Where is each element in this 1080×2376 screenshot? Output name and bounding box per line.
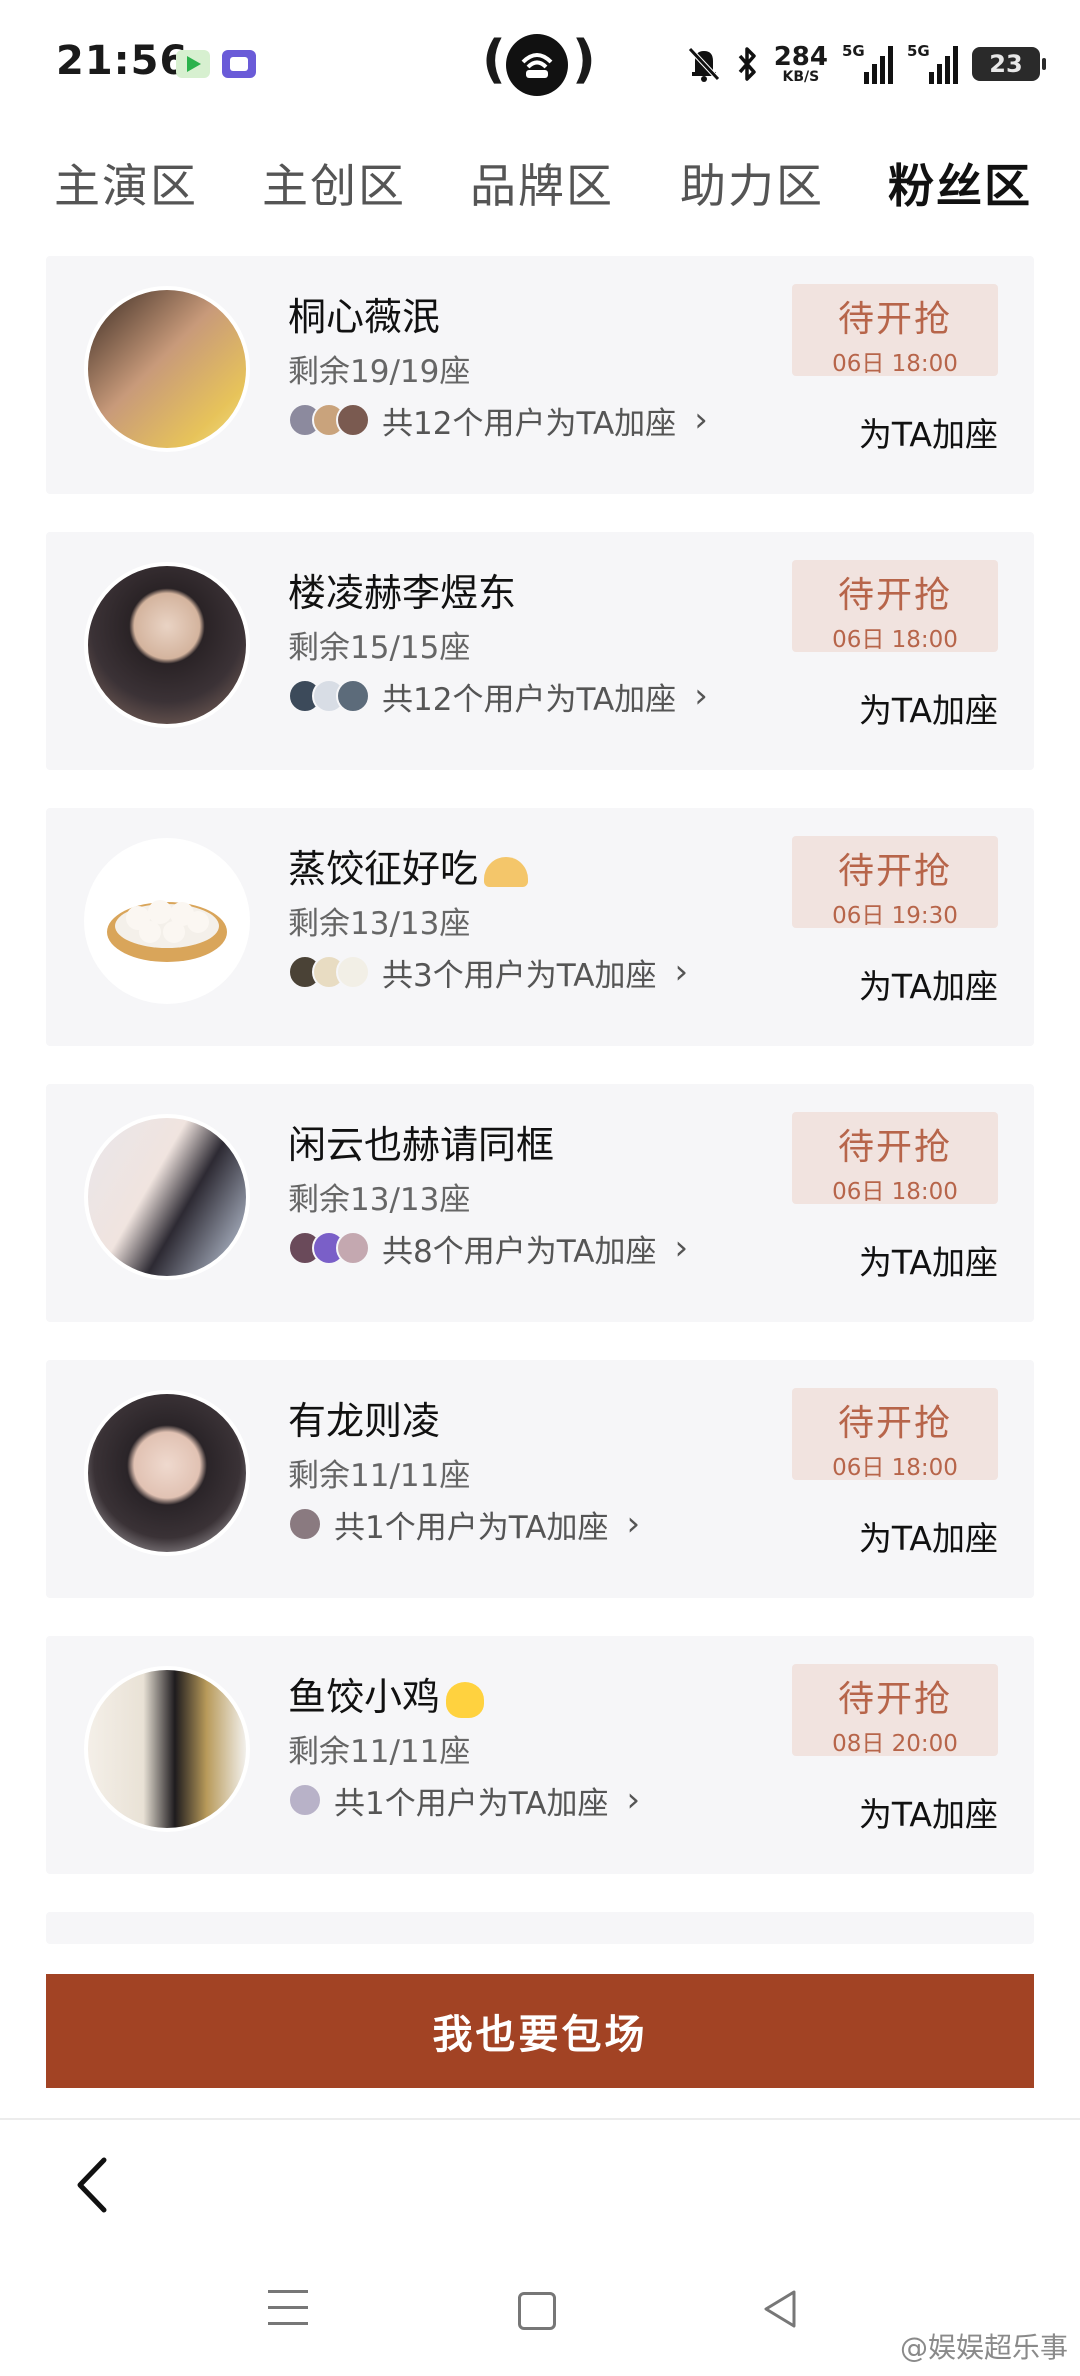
session-name: 鱼饺小鸡: [288, 1666, 485, 1721]
mute-icon: [687, 47, 720, 82]
signal-icon: 5G: [842, 42, 893, 84]
chevron-right-icon: ›: [674, 952, 689, 992]
tab-lead-actors[interactable]: 主演区: [54, 150, 198, 216]
avatar: [84, 1666, 250, 1832]
avatar: [84, 1390, 250, 1556]
list-item[interactable]: 桐心薇泯 剩余19/19座 共12个用户为TA加座 › 待开抢 06日 18:0…: [46, 256, 1034, 494]
status-badge: 待开抢 06日 18:00: [792, 1112, 998, 1205]
chick-emoji-icon: [446, 1681, 485, 1718]
list-item[interactable]: 鱼饺小鸡 剩余11/11座 共1个用户为TA加座 › 待开抢 08日 20:00…: [46, 1636, 1034, 1874]
supporters-link[interactable]: 共1个用户为TA加座 ›: [288, 1504, 641, 1546]
supporters-link[interactable]: 共8个用户为TA加座 ›: [288, 1228, 689, 1270]
tab-fans[interactable]: 粉丝区: [888, 150, 1032, 216]
seats-remaining: 剩余15/15座: [288, 630, 471, 666]
tab-brands[interactable]: 品牌区: [470, 150, 614, 216]
supporters-count: 共1个用户为TA加座: [334, 1785, 609, 1822]
zone-tabs: 主演区 主创区 品牌区 助力区 粉丝区: [0, 150, 1080, 230]
watermark: @娱娱超乐事: [899, 2331, 1068, 2364]
bluetooth-icon: [738, 47, 756, 81]
signal-icon-2: 5G: [907, 42, 958, 84]
session-name: 蒸饺征好吃: [288, 838, 529, 893]
add-seat-button[interactable]: 为TA加座: [859, 1788, 998, 1836]
chevron-right-icon: ›: [674, 1228, 689, 1268]
add-seat-button[interactable]: 为TA加座: [859, 1236, 998, 1284]
status-badge: 待开抢 06日 18:00: [792, 560, 998, 653]
tab-creators[interactable]: 主创区: [262, 150, 406, 216]
back-arrow-icon[interactable]: [60, 2150, 130, 2220]
chevron-right-icon: ›: [626, 1780, 641, 1820]
chevron-right-icon: ›: [694, 676, 708, 716]
book-session-button[interactable]: 我也要包场: [46, 1974, 1034, 2088]
avatar: [84, 562, 250, 728]
status-badge: 待开抢 06日 18:00: [792, 1388, 998, 1481]
add-seat-button[interactable]: 为TA加座: [859, 684, 998, 732]
hotspot-indicator: ( ): [482, 28, 596, 100]
session-name: 桐心薇泯: [288, 295, 441, 339]
seats-remaining: 剩余13/13座: [288, 906, 471, 942]
nav-back-icon[interactable]: [760, 2288, 800, 2330]
supporter-avatars: [288, 955, 370, 989]
supporters-count: 共12个用户为TA加座: [382, 405, 677, 442]
list-item[interactable]: 闲云也赫请同框 剩余13/13座 共8个用户为TA加座 › 待开抢 06日 18…: [46, 1084, 1034, 1322]
list-item[interactable]: 楼凌赫李煜东 剩余15/15座 共12个用户为TA加座 › 待开抢 06日 18…: [46, 532, 1034, 770]
chevron-right-icon: ›: [626, 1504, 641, 1544]
session-name: 有龙则凌: [288, 1399, 441, 1443]
battery-icon: 23: [972, 47, 1046, 81]
seats-remaining: 剩余13/13座: [288, 1182, 471, 1218]
avatar: [84, 838, 250, 1004]
status-bar: 21:56 ( ) 284 KB/S 5G 5G 23: [0, 0, 1080, 130]
list-item[interactable]: 蒸饺征好吃 剩余13/13座 共3个用户为TA加座 › 待开抢 06日 19:3…: [46, 808, 1034, 1046]
avatar: [84, 286, 250, 452]
tab-support[interactable]: 助力区: [680, 150, 824, 216]
avatar: [84, 1114, 250, 1280]
supporters-count: 共8个用户为TA加座: [382, 1233, 657, 1270]
add-seat-button[interactable]: 为TA加座: [859, 960, 998, 1008]
add-seat-button[interactable]: 为TA加座: [859, 408, 998, 456]
seats-remaining: 剩余19/19座: [288, 354, 471, 390]
status-time: 21:56: [56, 38, 189, 84]
supporter-avatars: [288, 679, 370, 713]
seats-remaining: 剩余11/11座: [288, 1458, 471, 1494]
fan-sessions-list: 桐心薇泯 剩余19/19座 共12个用户为TA加座 › 待开抢 06日 18:0…: [46, 256, 1034, 1944]
supporters-link[interactable]: 共1个用户为TA加座 ›: [288, 1780, 641, 1822]
list-item[interactable]: 有龙则凌 剩余11/11座 共1个用户为TA加座 › 待开抢 06日 18:00…: [46, 1360, 1034, 1598]
supporter-avatars: [288, 1783, 322, 1817]
add-seat-button[interactable]: 为TA加座: [859, 1512, 998, 1560]
status-badge: 待开抢 06日 19:30: [792, 836, 998, 929]
dumpling-emoji-icon: [484, 856, 529, 887]
session-name: 楼凌赫李煜东: [288, 571, 517, 615]
supporters-link[interactable]: 共12个用户为TA加座 ›: [288, 400, 708, 442]
supporters-count: 共1个用户为TA加座: [334, 1509, 609, 1546]
supporter-avatars: [288, 1507, 322, 1541]
app-icon-purple: [222, 50, 256, 78]
app-icon-green: [176, 50, 210, 78]
session-name: 闲云也赫请同框: [288, 1123, 555, 1167]
status-badge: 待开抢 08日 20:00: [792, 1664, 998, 1757]
chevron-right-icon: ›: [694, 400, 708, 440]
supporters-link[interactable]: 共12个用户为TA加座 ›: [288, 676, 708, 718]
supporters-count: 共3个用户为TA加座: [382, 957, 657, 994]
supporter-avatars: [288, 1231, 370, 1265]
menu-icon[interactable]: [268, 2290, 308, 2330]
seats-remaining: 剩余11/11座: [288, 1734, 471, 1770]
supporter-avatars: [288, 403, 370, 437]
supporters-link[interactable]: 共3个用户为TA加座 ›: [288, 952, 689, 994]
home-icon[interactable]: [518, 2292, 556, 2330]
supporters-count: 共12个用户为TA加座: [382, 681, 677, 718]
status-badge: 待开抢 06日 18:00: [792, 284, 998, 377]
divider: [0, 2118, 1080, 2120]
network-speed: 284 KB/S: [773, 42, 828, 85]
hotspot-icon: [506, 34, 568, 96]
list-item-partial: [46, 1912, 1034, 1944]
